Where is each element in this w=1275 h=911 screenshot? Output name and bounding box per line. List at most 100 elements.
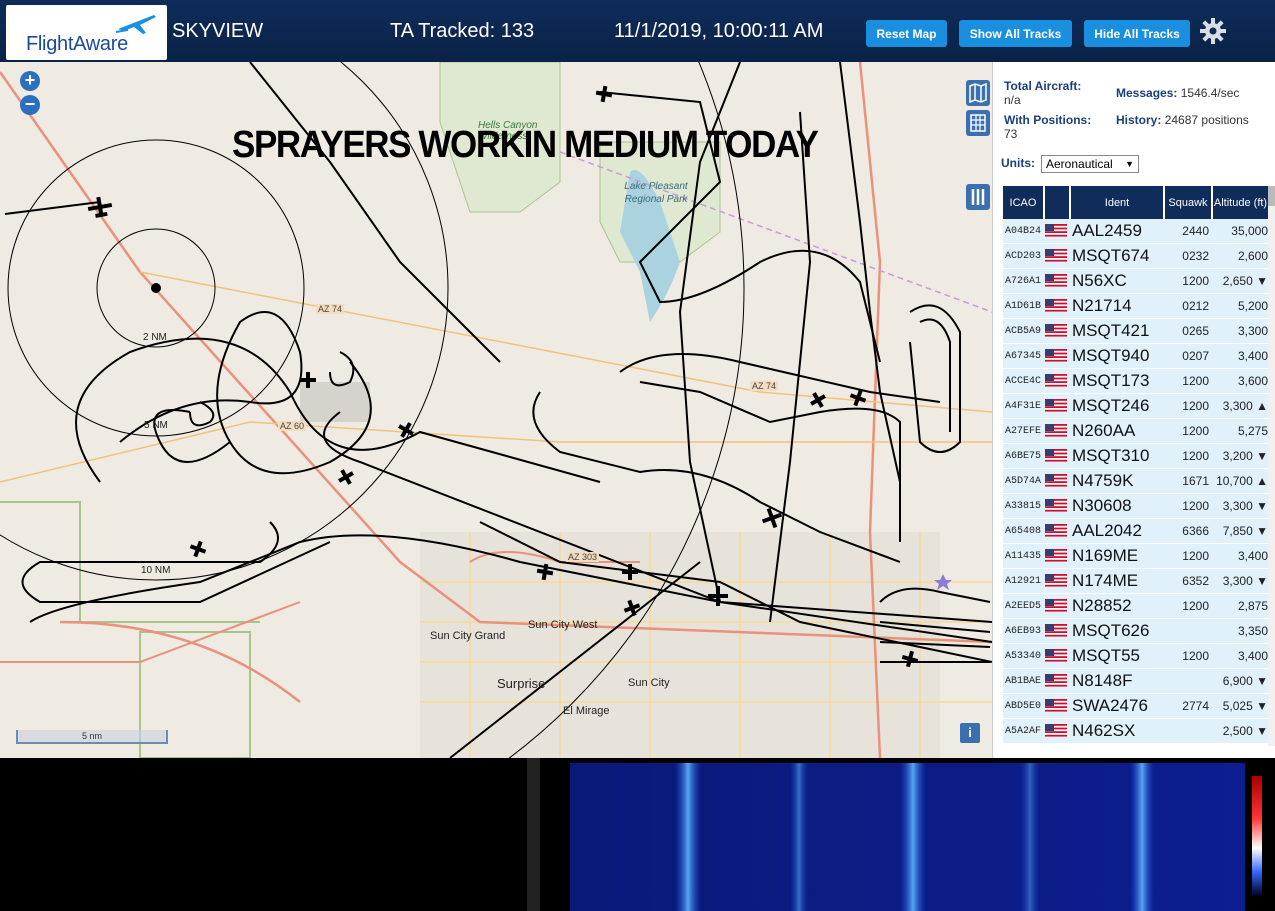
table-row[interactable]: A11435 N169ME 1200 3,400 [1003, 544, 1268, 569]
us-flag-icon [1045, 349, 1071, 363]
with-positions-value: 73 [1004, 127, 1018, 141]
table-row[interactable]: A27EFE N260AA 1200 5,275 [1003, 419, 1268, 444]
us-flag-icon [1045, 699, 1071, 713]
table-row[interactable]: ACCE4C MSQT173 1200 3,600 [1003, 369, 1268, 394]
datetime-display: 11/1/2019, 10:00:11 AM [614, 20, 824, 42]
cell-squawk: 1200 [1182, 274, 1209, 288]
table-row[interactable]: A5D74A N4759K 1671 10,700 ▲ [1003, 469, 1268, 494]
cell-icao: ABD5E0 [1005, 700, 1042, 712]
cell-altitude: 2,875 [1237, 599, 1268, 613]
units-select-value: Aeronautical [1046, 157, 1113, 171]
aircraft-panel: Total Aircraft: n/a Messages: 1546.4/sec… [992, 62, 1275, 758]
history-value: 24687 positions [1164, 113, 1249, 127]
messages-value: 1546.4/sec [1180, 86, 1240, 100]
stat-with-positions: With Positions: 73 [1004, 113, 1091, 141]
map-scale-bar: 5 nm [16, 730, 168, 744]
table-row[interactable]: A04B24 AAL2459 2440 35,000 [1003, 219, 1268, 244]
cell-ident: N4759K [1072, 471, 1134, 490]
table-row[interactable]: A53340 MSQT55 1200 3,400 [1003, 644, 1268, 669]
cell-altitude: 3,350 [1237, 624, 1268, 638]
road-label-az60: AZ 60 [278, 421, 307, 431]
table-row[interactable]: A4F31E MSQT246 1200 3,300 ▲ [1003, 394, 1268, 419]
map-layer-button[interactable] [966, 80, 990, 106]
cell-altitude: 3,400 [1237, 649, 1268, 663]
table-row[interactable]: AB1BAE N8148F 6,900 ▼ [1003, 669, 1268, 694]
cell-squawk: 1200 [1182, 499, 1209, 513]
us-flag-icon [1045, 524, 1071, 538]
gear-icon[interactable] [1198, 16, 1228, 46]
cell-squawk: 6352 [1182, 574, 1209, 588]
grid-icon [970, 114, 986, 132]
place-label-el-mirage: El Mirage [563, 705, 610, 717]
col-altitude[interactable]: Altitude (ft) [1213, 186, 1268, 219]
us-flag-icon [1045, 724, 1071, 738]
us-flag-icon [1045, 549, 1071, 563]
table-row[interactable]: ABD5E0 SWA2476 2774 5,025 ▼ [1003, 694, 1268, 719]
cell-ident: N21714 [1072, 296, 1132, 315]
panel-scrollbar[interactable] [1268, 186, 1275, 746]
cell-icao: A726A1 [1005, 275, 1042, 287]
units-select[interactable]: Aeronautical ▼ [1041, 155, 1139, 173]
reset-map-button[interactable]: Reset Map [866, 20, 947, 47]
zoom-out-button[interactable]: − [20, 95, 40, 115]
cell-altitude: 3,300 ▼ [1222, 574, 1268, 588]
table-body: A04B24 AAL2459 2440 35,000 ACD203 MSQT674 0232… [1003, 219, 1268, 744]
cell-icao: A6EB93 [1005, 625, 1042, 637]
cell-ident: AAL2042 [1072, 521, 1142, 540]
table-row[interactable]: A33815 N30608 1200 3,300 ▼ [1003, 494, 1268, 519]
cell-squawk: 2774 [1182, 699, 1209, 713]
cell-altitude: 2,500 ▼ [1222, 724, 1268, 738]
table-row[interactable]: A726A1 N56XC 1200 2,650 ▼ [1003, 269, 1268, 294]
history-label: History: [1116, 113, 1162, 127]
table-row[interactable]: A5A2AF N462SX 2,500 ▼ [1003, 719, 1268, 744]
cell-ident: N30608 [1072, 496, 1132, 515]
cell-icao: A27EFE [1005, 425, 1042, 437]
us-flag-icon [1045, 399, 1071, 413]
cell-altitude: 5,275 [1237, 424, 1268, 438]
cell-squawk: 0207 [1182, 349, 1209, 363]
panel-scroll-thumb[interactable] [1268, 186, 1275, 206]
table-row[interactable]: A67345 MSQT940 0207 3,400 [1003, 344, 1268, 369]
col-ident[interactable]: Ident [1071, 186, 1165, 219]
stat-total-aircraft: Total Aircraft: n/a [1004, 79, 1081, 107]
col-icao[interactable]: ICAO [1003, 186, 1045, 219]
cell-ident: MSQT310 [1072, 446, 1150, 465]
cell-icao: A65408 [1005, 525, 1042, 537]
stat-history: History: 24687 positions [1116, 113, 1266, 127]
us-flag-icon [1045, 449, 1071, 463]
table-row[interactable]: A65408 AAL2042 6366 7,850 ▼ [1003, 519, 1268, 544]
show-all-tracks-button[interactable]: Show All Tracks [959, 20, 1072, 47]
cell-altitude: 7,850 ▼ [1222, 524, 1268, 538]
hide-all-tracks-button[interactable]: Hide All Tracks [1084, 20, 1190, 47]
col-flag[interactable] [1045, 186, 1071, 219]
table-row[interactable]: A2EED5 N28852 1200 2,875 [1003, 594, 1268, 619]
table-row[interactable]: A12921 N174ME 6352 3,300 ▼ [1003, 569, 1268, 594]
cell-ident: N56XC [1072, 271, 1127, 290]
table-row[interactable]: A6EB93 MSQT626 3,350 [1003, 619, 1268, 644]
map-view[interactable]: 2 NM 5 NM 10 NM Hells Canyon Wilderness … [0, 62, 992, 758]
col-squawk[interactable]: Squawk [1165, 186, 1213, 219]
cell-icao: A4F31E [1005, 400, 1042, 412]
cell-icao: A2EED5 [1005, 600, 1042, 612]
info-button[interactable]: i [960, 723, 980, 743]
flightaware-logo[interactable]: FlightAware [6, 5, 167, 60]
us-flag-icon [1045, 374, 1071, 388]
us-flag-icon [1045, 474, 1071, 488]
cell-squawk: 1671 [1182, 474, 1209, 488]
cell-icao: A5D74A [1005, 475, 1042, 487]
table-row[interactable]: ACB5A9 MSQT421 0265 3,300 [1003, 319, 1268, 344]
table-row[interactable]: ACD203 MSQT674 0232 2,600 [1003, 244, 1268, 269]
zoom-in-button[interactable]: + [20, 71, 40, 91]
cell-ident: SWA2476 [1072, 696, 1148, 715]
cell-ident: MSQT173 [1072, 371, 1150, 390]
cell-ident: MSQT940 [1072, 346, 1150, 365]
cell-icao: AB1BAE [1005, 675, 1042, 687]
grid-toggle-button[interactable] [966, 110, 990, 136]
cell-altitude: 10,700 ▲ [1216, 474, 1268, 488]
cell-ident: N169ME [1072, 546, 1139, 565]
cell-icao: A12921 [1005, 575, 1042, 587]
columns-toggle-button[interactable] [966, 184, 990, 210]
table-row[interactable]: A6BE75 MSQT310 1200 3,200 ▼ [1003, 444, 1268, 469]
table-row[interactable]: A1D61B N21714 0212 5,200 [1003, 294, 1268, 319]
range-label-5nm: 5 NM [144, 420, 168, 431]
